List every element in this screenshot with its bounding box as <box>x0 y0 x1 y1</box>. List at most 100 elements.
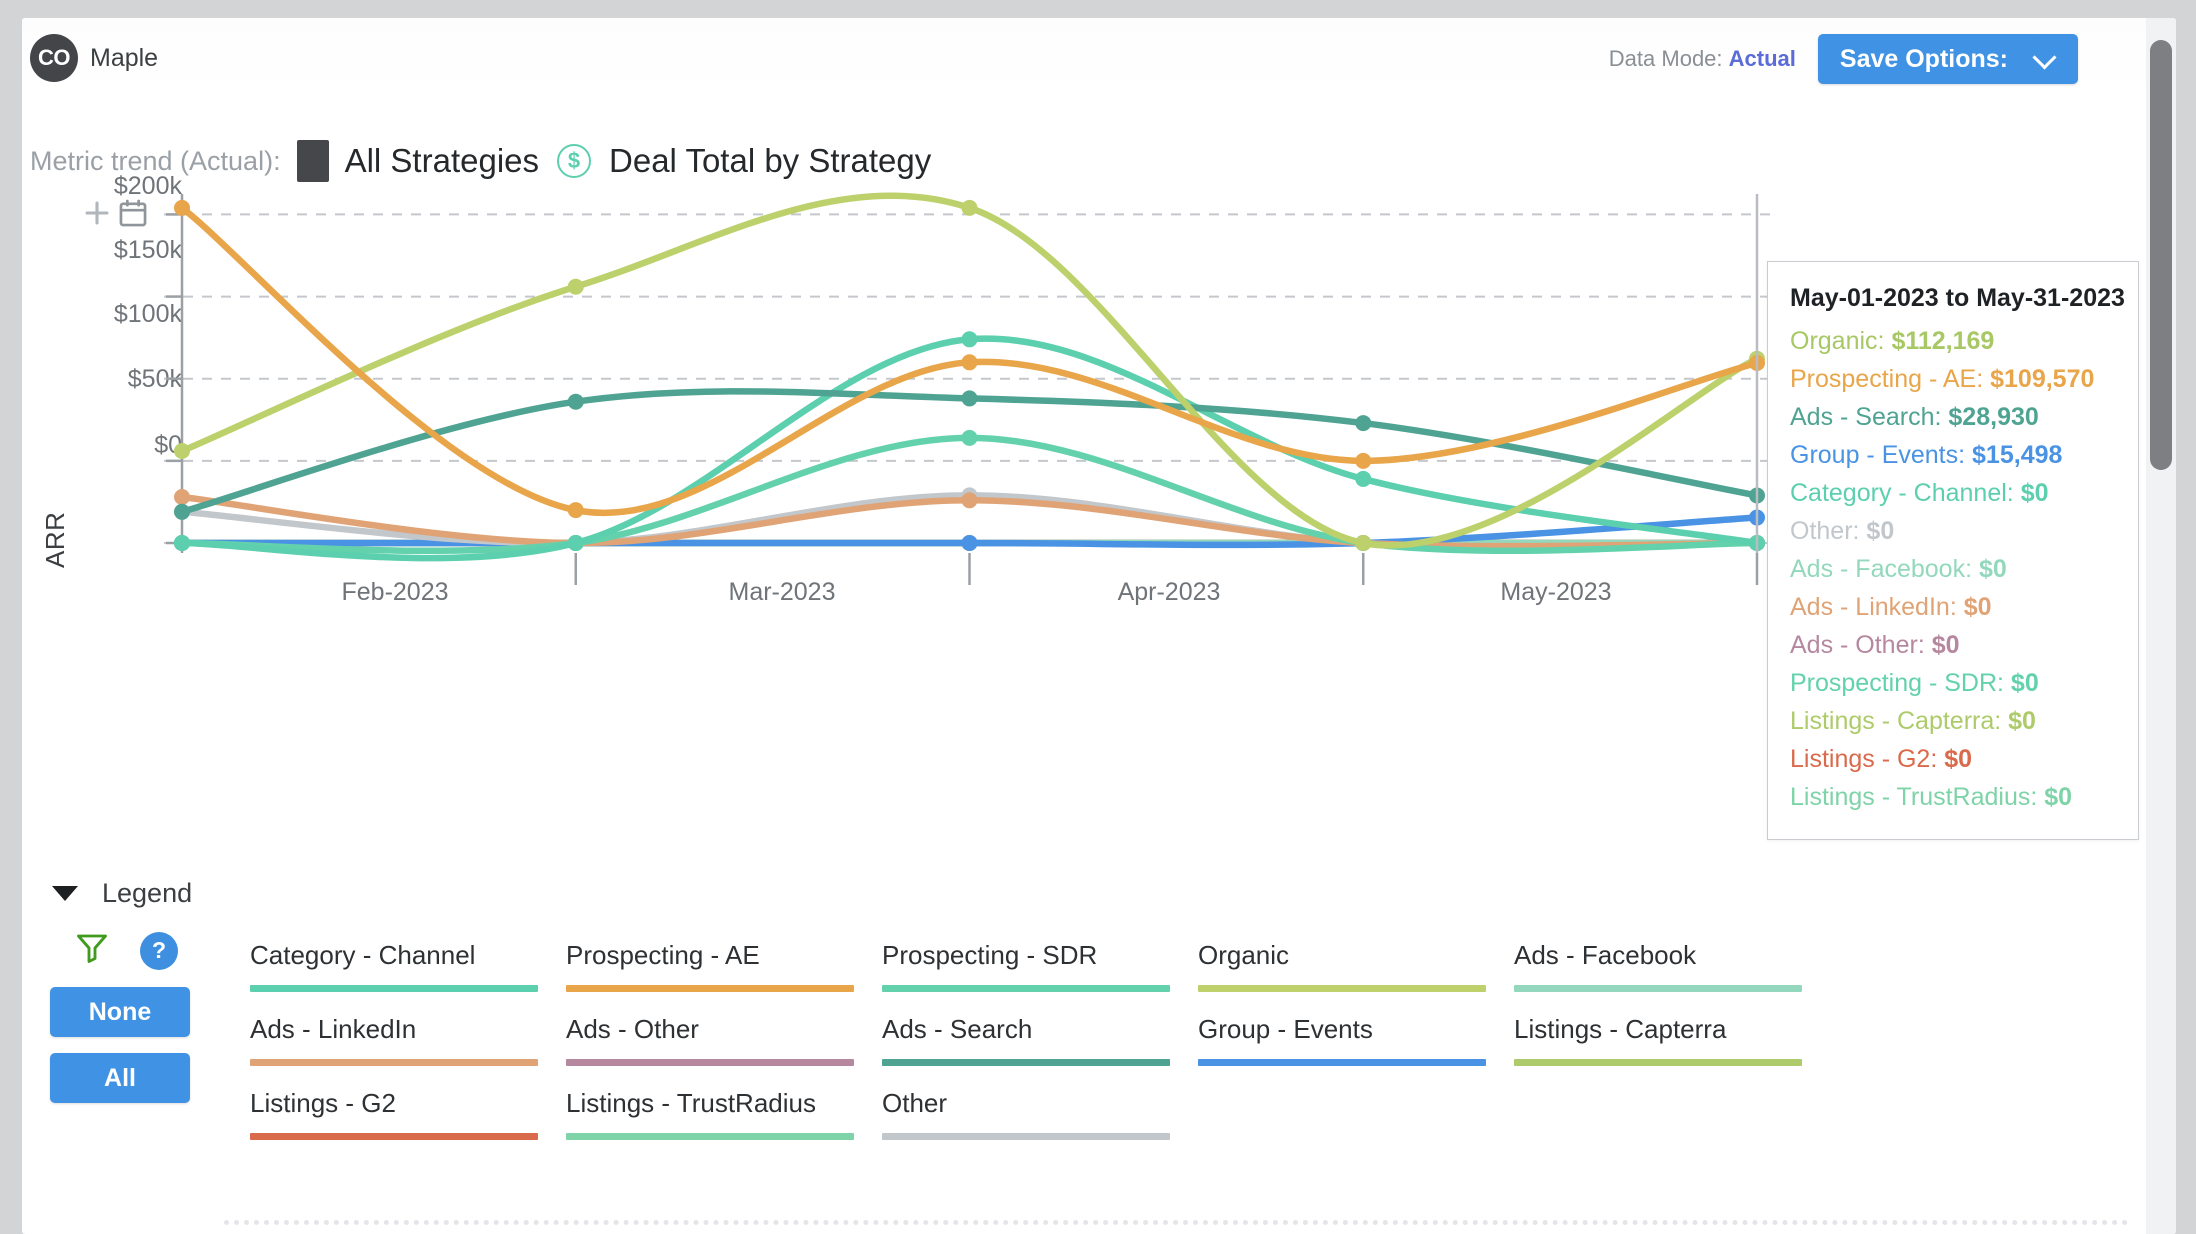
legend-item-label: Ads - Other <box>566 1014 699 1044</box>
metric-title[interactable]: Deal Total by Strategy <box>609 142 931 180</box>
legend-items: Category - Channel Prospecting - AE Prospe… <box>250 918 1830 1140</box>
tooltip-row-value: $28,930 <box>1948 403 2039 431</box>
x-tick: Mar-2023 <box>728 578 836 606</box>
legend-item-color-bar <box>250 985 538 992</box>
legend-item[interactable]: Ads - LinkedIn <box>250 992 538 1066</box>
legend-item-color-bar <box>882 1133 1170 1140</box>
tooltip-row-value: $0 <box>1978 555 2007 583</box>
x-tick: May-2023 <box>1500 578 1612 606</box>
legend-item-color-bar <box>566 985 854 992</box>
legend-item-color-bar <box>882 1059 1170 1066</box>
tooltip-row: Other: $0 <box>1790 517 2116 546</box>
tooltip-row: Ads - Facebook: $0 <box>1790 555 2116 584</box>
data-mode-indicator[interactable]: Data Mode: Actual <box>1609 46 1796 72</box>
legend-item-label: Ads - LinkedIn <box>250 1014 417 1044</box>
tooltip-row: Organic: $112,169 <box>1790 327 2116 356</box>
tooltip-row-label: Ads - Other: <box>1790 631 1932 659</box>
legend-item-label: Other <box>882 1088 948 1118</box>
save-options-label: Save Options: <box>1839 44 2008 73</box>
tooltip-row-label: Ads - LinkedIn: <box>1790 593 1964 621</box>
tooltip-row: Listings - G2: $0 <box>1790 745 2116 774</box>
legend-item-color-bar <box>1514 985 1802 992</box>
vertical-scrollbar[interactable] <box>2146 18 2176 1234</box>
tooltip-row-value: $112,169 <box>1891 327 1995 355</box>
legend-item-label: Listings - TrustRadius <box>566 1088 816 1118</box>
app-logo-icon: CO <box>30 34 78 82</box>
section-divider <box>224 1220 2129 1225</box>
legend-header[interactable]: Legend <box>52 878 192 909</box>
save-options-button[interactable]: Save Options: <box>1817 34 2078 84</box>
tooltip-row: Category - Channel: $0 <box>1790 479 2116 508</box>
tooltip-row-value: $0 <box>2008 707 2036 735</box>
legend-item-label: Group - Events <box>1198 1014 1373 1044</box>
legend-item-color-bar <box>566 1059 854 1066</box>
legend-item-label: Ads - Facebook <box>1514 940 1697 970</box>
legend-item[interactable]: Group - Events <box>1198 992 1486 1066</box>
x-tick: Apr-2023 <box>1117 578 1221 606</box>
tooltip-row: Group - Events: $15,498 <box>1790 441 2116 470</box>
legend-item[interactable]: Ads - Search <box>882 992 1170 1066</box>
tooltip-row: Listings - Capterra: $0 <box>1790 707 2116 736</box>
legend-item-color-bar <box>566 1133 854 1140</box>
funnel-icon[interactable] <box>74 930 110 971</box>
top-bar: CO Maple Data Mode: Actual Save Options: <box>22 18 2176 96</box>
legend-item-label: Listings - Capterra <box>1514 1014 1727 1044</box>
legend-item-color-bar <box>882 985 1170 992</box>
tooltip-row: Ads - LinkedIn: $0 <box>1790 593 2116 622</box>
legend-item[interactable]: Ads - Facebook <box>1514 918 1802 992</box>
chart-series <box>174 199 1765 519</box>
tooltip-rows: Organic: $112,169 Prospecting - AE: $109,… <box>1790 327 2116 812</box>
tooltip-row: Prospecting - AE: $109,570 <box>1790 365 2116 394</box>
tooltip-row-value: $0 <box>1963 593 1992 621</box>
legend-item[interactable]: Listings - G2 <box>250 1066 538 1140</box>
legend-item-color-bar <box>250 1133 538 1140</box>
tooltip-row: Ads - Other: $0 <box>1790 631 2116 660</box>
legend-all-button[interactable]: All <box>50 1053 190 1103</box>
tooltip-title: May-01-2023 to May-31-2023 <box>1790 284 2125 312</box>
legend-item-label: Listings - G2 <box>250 1088 396 1118</box>
legend-item[interactable]: Listings - Capterra <box>1514 992 1802 1066</box>
tooltip-row-value: $15,498 <box>1972 441 2063 469</box>
legend-item-color-bar <box>1514 1059 1802 1066</box>
legend-item[interactable]: Prospecting - SDR <box>882 918 1170 992</box>
dollar-circle-icon: $ <box>557 144 592 178</box>
legend-none-button[interactable]: None <box>50 987 190 1037</box>
metric-color-swatch <box>296 140 329 182</box>
legend-item[interactable]: Category - Channel <box>250 918 538 992</box>
legend-item[interactable]: Ads - Other <box>566 992 854 1066</box>
x-tick: Feb-2023 <box>341 578 449 606</box>
tooltip-row-value: $0 <box>2010 669 2039 697</box>
legend-item[interactable]: Prospecting - AE <box>566 918 854 992</box>
tooltip-row-label: Category - Channel: <box>1790 479 2021 507</box>
legend-item-label: Category - Channel <box>250 940 476 970</box>
app-window: CO Maple Data Mode: Actual Save Options:… <box>22 18 2176 1234</box>
tooltip-row: Ads - Search: $28,930 <box>1790 403 2116 432</box>
legend-item[interactable]: Listings - TrustRadius <box>566 1066 854 1140</box>
tooltip-row-label: Listings - Capterra: <box>1790 707 2009 735</box>
tooltip-row-value: $0 <box>2044 783 2073 811</box>
tooltip-row-label: Ads - Facebook: <box>1790 555 1979 583</box>
legend-controls: ? None All <box>50 930 202 1119</box>
legend-item-label: Prospecting - AE <box>566 940 760 970</box>
tooltip-row-value: $0 <box>2020 479 2049 507</box>
tooltip-row-label: Prospecting - AE: <box>1790 365 1991 393</box>
legend-item[interactable]: Other <box>882 1066 1170 1140</box>
triangle-down-icon[interactable] <box>52 886 78 901</box>
legend-item-color-bar <box>250 1059 538 1066</box>
chart-tooltip: May-01-2023 to May-31-2023 Organic: $112… <box>1767 261 2139 840</box>
top-bar-actions: Data Mode: Actual Save Options: <box>1609 34 2078 84</box>
legend-item[interactable]: Organic <box>1198 918 1486 992</box>
legend-item-label: Organic <box>1198 940 1290 970</box>
scrollbar-thumb[interactable] <box>2150 40 2172 470</box>
tooltip-row-label: Organic: <box>1790 327 1892 355</box>
legend-item-color-bar <box>1198 1059 1486 1066</box>
tooltip-row-value: $0 <box>1944 745 1973 773</box>
tooltip-row: Prospecting - SDR: $0 <box>1790 669 2116 698</box>
metric-scope-label[interactable]: All Strategies <box>345 142 539 180</box>
tooltip-row-value: $109,570 <box>1990 365 2095 393</box>
help-icon[interactable]: ? <box>140 931 178 970</box>
legend-item-label: Ads - Search <box>882 1014 1033 1044</box>
legend-item-color-bar <box>1198 985 1486 992</box>
chevron-down-icon <box>2034 48 2056 70</box>
brand[interactable]: CO Maple <box>30 34 158 82</box>
